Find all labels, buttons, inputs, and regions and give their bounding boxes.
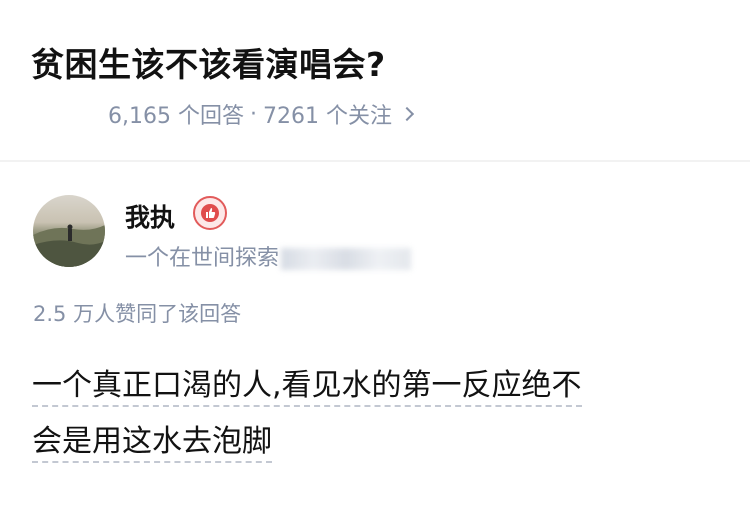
stats-separator: · (249, 101, 257, 127)
author-name[interactable]: 我执 (125, 198, 175, 234)
answers-count: 6,165 个回答 (108, 104, 244, 129)
section-divider (0, 160, 750, 162)
author-bio: 一个在世间探索 (125, 240, 412, 272)
answer-text-line-1: 一个真正口渴的人,看见水的第一反应绝不 (32, 368, 582, 407)
answer-content[interactable]: 一个真正口渴的人,看见水的第一反应绝不 会是用这水去泡脚 (32, 358, 722, 470)
question-title[interactable]: 贫困生该不该看演唱会? (31, 38, 386, 86)
author-bio-text: 一个在世间探索 (125, 246, 280, 271)
vote-count: 2.5 万人赞同了该回答 (33, 302, 242, 326)
question-header: 贫困生该不该看演唱会? 6,165 个回答 · 7261 个关注 (0, 0, 750, 160)
question-stats[interactable]: 6,165 个回答 · 7261 个关注 (108, 98, 415, 130)
answer-text-line-2: 会是用这水去泡脚 (32, 424, 272, 463)
chevron-right-icon (399, 106, 415, 122)
thumbs-up-badge-icon[interactable] (193, 196, 227, 230)
thumbs-up-icon (201, 204, 219, 222)
blurred-text (281, 248, 412, 270)
followers-count: 7261 个关注 (262, 104, 392, 129)
person-on-hill-icon (33, 224, 105, 267)
author-avatar[interactable] (33, 195, 105, 267)
